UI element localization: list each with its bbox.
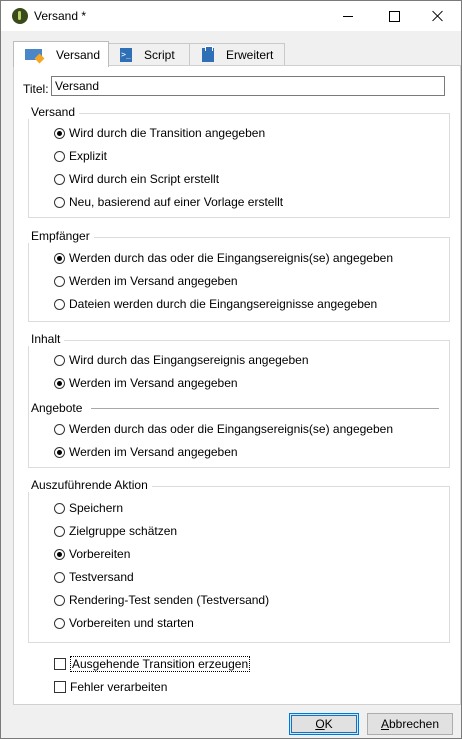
title-bar: Versand * [1,1,461,31]
radio-label: Explizit [69,149,108,163]
radio-aktion-speichern[interactable]: Speichern [54,501,123,515]
angebote-divider [91,408,439,409]
radio-versand-transition[interactable]: Wird durch die Transition angegeben [54,126,265,140]
checkbox-box [54,681,66,693]
tab-script-label: Script [144,47,175,62]
radio-dot [54,594,65,606]
radio-empfaenger-dateien[interactable]: Dateien werden durch die Eingangsereigni… [54,297,377,311]
cancel-button-label: Abbrechen [380,717,440,731]
radio-inhalt-versand[interactable]: Werden im Versand angegeben [54,376,238,390]
radio-label: Neu, basierend auf einer Vorlage erstell… [69,195,284,209]
radio-aktion-testversand[interactable]: Testversand [54,570,134,584]
radio-label: Werden durch das oder die Eingangsereign… [69,251,393,265]
tab-erweitert[interactable]: Erweitert [189,43,285,65]
app-logo-icon [12,8,28,24]
radio-label: Vorbereiten und starten [69,616,194,630]
radio-label: Werden durch das oder die Eingangsereign… [69,422,393,436]
radio-dot [54,423,65,435]
radio-label: Werden im Versand angegeben [69,274,238,288]
maximize-icon [388,10,400,22]
radio-empfaenger-eingang[interactable]: Werden durch das oder die Eingangsereign… [54,251,393,265]
radio-dot [54,548,65,560]
tab-versand-label: Versand [56,47,101,62]
title-input[interactable] [51,76,445,96]
radio-label: Testversand [69,570,134,584]
radio-aktion-zielgruppe[interactable]: Zielgruppe schätzen [54,524,177,538]
minimize-icon [343,15,353,17]
radio-label: Wird durch ein Script erstellt [69,172,220,186]
radio-dot [54,275,65,287]
inhalt-legend: Inhalt [28,332,65,346]
close-button[interactable] [415,1,461,31]
radio-label: Speichern [69,501,124,515]
radio-aktion-vorbereiten[interactable]: Vorbereiten [54,547,130,561]
minimize-button[interactable] [325,1,371,31]
tab-erweitert-label: Erweitert [226,47,274,62]
radio-label: Werden im Versand angegeben [69,445,238,459]
radio-empfaenger-versand[interactable]: Werden im Versand angegeben [54,274,238,288]
radio-dot [54,525,65,537]
radio-dot [54,502,65,514]
radio-dot [54,446,65,458]
clipboard-icon [202,45,214,62]
radio-dot [54,571,65,583]
radio-label: Zielgruppe schätzen [69,524,178,538]
radio-label: Dateien werden durch die Eingangsereigni… [69,297,378,311]
mail-icon [25,49,42,60]
checkbox-fehler[interactable]: Fehler verarbeiten [54,680,167,694]
radio-label: Rendering-Test senden (Testversand) [69,593,270,607]
maximize-button[interactable] [371,1,417,31]
radio-label: Wird durch das Eingangsereignis angegebe… [69,353,309,367]
tab-versand[interactable]: Versand [13,41,109,67]
tab-script[interactable]: >_ Script [107,43,191,65]
checkbox-label: Ausgehende Transition erzeugen [70,656,251,672]
radio-dot [54,173,65,185]
radio-dot [54,617,65,629]
window-title: Versand * [34,9,87,23]
radio-versand-vorlage[interactable]: Neu, basierend auf einer Vorlage erstell… [54,195,283,209]
ok-button-label: OK [315,717,333,731]
ok-button[interactable]: OK [289,713,359,735]
script-icon: >_ [120,47,132,62]
radio-label: Vorbereiten [69,547,131,561]
radio-aktion-rendering[interactable]: Rendering-Test senden (Testversand) [54,593,269,607]
radio-dot [54,196,65,208]
radio-dot [54,298,65,310]
radio-angebote-eingang[interactable]: Werden durch das oder die Eingangsereign… [54,422,393,436]
cancel-button[interactable]: Abbrechen [367,713,453,735]
close-icon [432,10,444,22]
aktion-legend: Auszuführende Aktion [28,478,152,492]
versand-legend: Versand [28,105,80,119]
radio-dot [54,252,65,264]
angebote-legend: Angebote [31,401,87,415]
radio-dot [54,127,65,139]
checkbox-label: Fehler verarbeiten [70,680,168,694]
radio-dot [54,377,65,389]
radio-aktion-starten[interactable]: Vorbereiten und starten [54,616,194,630]
radio-label: Wird durch die Transition angegeben [69,126,266,140]
radio-dot [54,354,65,366]
empfaenger-legend: Empfänger [28,229,94,243]
radio-label: Werden im Versand angegeben [69,376,238,390]
title-label: Titel: [23,82,49,96]
radio-dot [54,150,65,162]
radio-versand-explizit[interactable]: Explizit [54,149,107,163]
radio-angebote-versand[interactable]: Werden im Versand angegeben [54,445,238,459]
radio-inhalt-eingang[interactable]: Wird durch das Eingangsereignis angegebe… [54,353,309,367]
checkbox-transition[interactable]: Ausgehende Transition erzeugen [54,656,251,672]
radio-versand-script[interactable]: Wird durch ein Script erstellt [54,172,219,186]
checkbox-box [54,658,66,670]
dialog-window: Versand * Versand >_ Script Erweitert Ti… [0,0,462,739]
